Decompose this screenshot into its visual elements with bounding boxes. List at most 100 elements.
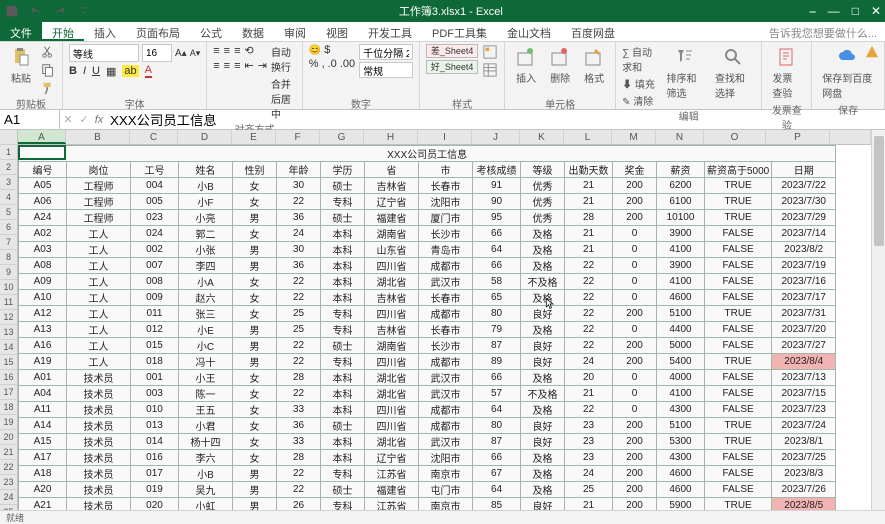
data-cell[interactable]: 2023/7/24 — [772, 418, 836, 434]
data-cell[interactable]: 郭二 — [179, 226, 233, 242]
data-cell[interactable]: 小张 — [179, 242, 233, 258]
paste-button[interactable]: 粘贴 — [6, 44, 36, 87]
data-cell[interactable]: 南京市 — [419, 498, 473, 511]
percent-icon[interactable]: % — [309, 58, 319, 70]
data-cell[interactable]: 79 — [473, 322, 521, 338]
data-cell[interactable]: 长春市 — [419, 322, 473, 338]
data-cell[interactable]: 64 — [473, 402, 521, 418]
data-cell[interactable]: TRUE — [705, 434, 772, 450]
data-cell[interactable]: 4000 — [657, 370, 705, 386]
data-cell[interactable]: 小A — [179, 274, 233, 290]
data-cell[interactable]: FALSE — [705, 242, 772, 258]
data-cell[interactable]: 001 — [131, 370, 179, 386]
data-cell[interactable]: 陈一 — [179, 386, 233, 402]
data-cell[interactable]: 长春市 — [419, 290, 473, 306]
data-cell[interactable]: 22 — [277, 338, 321, 354]
minimize-icon[interactable]: — — [828, 4, 840, 19]
data-cell[interactable]: 22 — [277, 274, 321, 290]
data-cell[interactable]: 女 — [233, 450, 277, 466]
row-headers[interactable]: 1234567891011121314151617181920212223242… — [0, 130, 18, 510]
data-cell[interactable]: 硕士 — [321, 482, 365, 498]
data-cell[interactable]: 2023/7/23 — [772, 402, 836, 418]
data-cell[interactable]: 技术员 — [67, 402, 131, 418]
data-cell[interactable]: 024 — [131, 226, 179, 242]
data-cell[interactable]: 200 — [613, 434, 657, 450]
data-cell[interactable]: 及格 — [521, 482, 565, 498]
column-header-cell[interactable]: 日期 — [772, 162, 836, 178]
data-cell[interactable]: 87 — [473, 338, 521, 354]
column-header-cell[interactable]: 出勤天数 — [565, 162, 613, 178]
font-size-input[interactable] — [142, 44, 172, 62]
data-cell[interactable]: 22 — [565, 290, 613, 306]
data-cell[interactable]: 女 — [233, 306, 277, 322]
data-cell[interactable]: 李四 — [179, 258, 233, 274]
data-cell[interactable]: 工人 — [67, 274, 131, 290]
align-middle-icon[interactable]: ≡ — [224, 45, 230, 57]
data-cell[interactable]: 硕士 — [321, 210, 365, 226]
num-format-1[interactable] — [359, 44, 413, 60]
redo-icon[interactable] — [52, 3, 68, 19]
data-cell[interactable]: 武汉市 — [419, 386, 473, 402]
data-cell[interactable]: 女 — [233, 434, 277, 450]
delete-cells-button[interactable]: 删除 — [545, 44, 575, 87]
autosum-button[interactable]: ∑ 自动求和 — [622, 44, 658, 74]
column-header-cell[interactable]: 薪资高于5000 — [705, 162, 772, 178]
data-cell[interactable]: 及格 — [521, 226, 565, 242]
data-cell[interactable]: 女 — [233, 194, 277, 210]
data-cell[interactable]: 2023/7/22 — [772, 178, 836, 194]
data-cell[interactable]: A24 — [19, 210, 67, 226]
data-cell[interactable]: 007 — [131, 258, 179, 274]
data-cell[interactable]: 015 — [131, 338, 179, 354]
data-cell[interactable]: 本科 — [321, 434, 365, 450]
data-cell[interactable]: 200 — [613, 498, 657, 511]
data-cell[interactable]: 女 — [233, 290, 277, 306]
data-cell[interactable]: 23 — [565, 434, 613, 450]
data-cell[interactable]: 湖北省 — [365, 274, 419, 290]
data-cell[interactable]: 良好 — [521, 498, 565, 511]
data-cell[interactable]: 25 — [277, 322, 321, 338]
column-header-cell[interactable]: 岗位 — [67, 162, 131, 178]
data-cell[interactable]: 24 — [565, 354, 613, 370]
data-cell[interactable]: 21 — [565, 242, 613, 258]
data-cell[interactable]: 赵六 — [179, 290, 233, 306]
insert-cells-button[interactable]: 插入 — [511, 44, 541, 87]
data-cell[interactable]: FALSE — [705, 258, 772, 274]
data-cell[interactable]: 26 — [277, 498, 321, 511]
data-cell[interactable]: 小C — [179, 338, 233, 354]
data-cell[interactable]: 21 — [565, 226, 613, 242]
data-cell[interactable]: 沈阳市 — [419, 194, 473, 210]
data-cell[interactable]: 4100 — [657, 274, 705, 290]
data-cell[interactable]: 小王 — [179, 370, 233, 386]
data-cell[interactable]: 4300 — [657, 450, 705, 466]
fill-button[interactable]: ⬇ 填充 — [622, 76, 658, 91]
data-cell[interactable]: 2023/7/27 — [772, 338, 836, 354]
data-cell[interactable]: A18 — [19, 466, 67, 482]
data-cell[interactable]: 本科 — [321, 258, 365, 274]
underline-button[interactable]: U — [92, 65, 100, 77]
data-cell[interactable]: 22 — [277, 482, 321, 498]
tab-fdk[interactable]: 金山文档 — [497, 22, 561, 41]
data-cell[interactable]: 不及格 — [521, 274, 565, 290]
data-cell[interactable]: 28 — [565, 210, 613, 226]
data-cell[interactable]: TRUE — [705, 498, 772, 511]
table-format-icon[interactable] — [482, 62, 498, 78]
data-cell[interactable]: 24 — [565, 466, 613, 482]
data-cell[interactable]: 吉林省 — [365, 290, 419, 306]
data-cell[interactable]: 良好 — [521, 418, 565, 434]
data-cell[interactable]: 66 — [473, 450, 521, 466]
data-cell[interactable]: 22 — [565, 274, 613, 290]
data-cell[interactable]: TRUE — [705, 354, 772, 370]
data-cell[interactable]: 002 — [131, 242, 179, 258]
data-cell[interactable]: 2023/8/5 — [772, 498, 836, 511]
data-cell[interactable]: 023 — [131, 210, 179, 226]
align-right-icon[interactable]: ≡ — [234, 60, 240, 72]
data-cell[interactable]: 及格 — [521, 370, 565, 386]
data-cell[interactable]: 本科 — [321, 402, 365, 418]
column-header-cell[interactable]: 省 — [365, 162, 419, 178]
data-cell[interactable]: 25 — [277, 306, 321, 322]
data-cell[interactable]: 012 — [131, 322, 179, 338]
data-cell[interactable]: 专科 — [321, 306, 365, 322]
column-header-cell[interactable]: 学历 — [321, 162, 365, 178]
data-cell[interactable]: 0 — [613, 258, 657, 274]
data-cell[interactable]: 技术员 — [67, 370, 131, 386]
